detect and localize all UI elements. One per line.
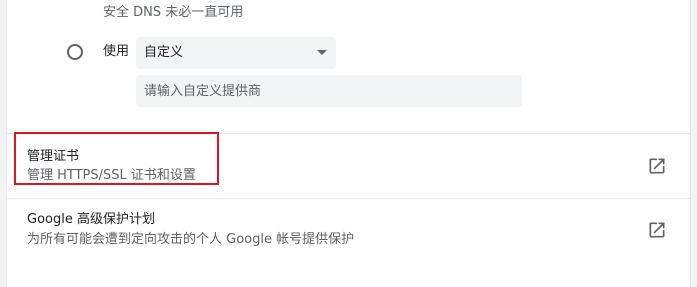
- advanced-protection-row[interactable]: Google 高级保护计划 为所有可能会遭到定向攻击的个人 Google 帐号提…: [7, 199, 690, 263]
- dns-provider-value: 自定义: [144, 45, 184, 60]
- dns-provider-select[interactable]: 自定义: [136, 37, 336, 69]
- secure-dns-hint: 安全 DNS 未必一直可用: [103, 5, 244, 20]
- manage-certificates-row[interactable]: 管理证书 管理 HTTPS/SSL 证书和设置: [7, 134, 690, 197]
- open-in-new-icon[interactable]: [647, 156, 667, 176]
- advanced-protection-title: Google 高级保护计划: [27, 212, 155, 227]
- use-label: 使用: [103, 44, 130, 59]
- manage-certificates-subtitle: 管理 HTTPS/SSL 证书和设置: [27, 168, 196, 183]
- settings-card: 安全 DNS 未必一直可用 使用 自定义 管理证书 管理 HTTPS/SSL 证…: [7, 0, 690, 287]
- dropdown-arrow-icon: [317, 50, 327, 55]
- manage-certificates-title: 管理证书: [27, 149, 80, 164]
- custom-provider-input[interactable]: [136, 75, 522, 107]
- custom-dns-radio[interactable]: [67, 44, 83, 60]
- open-in-new-icon[interactable]: [647, 220, 667, 240]
- advanced-protection-subtitle: 为所有可能会遭到定向攻击的个人 Google 帐号提供保护: [27, 232, 355, 247]
